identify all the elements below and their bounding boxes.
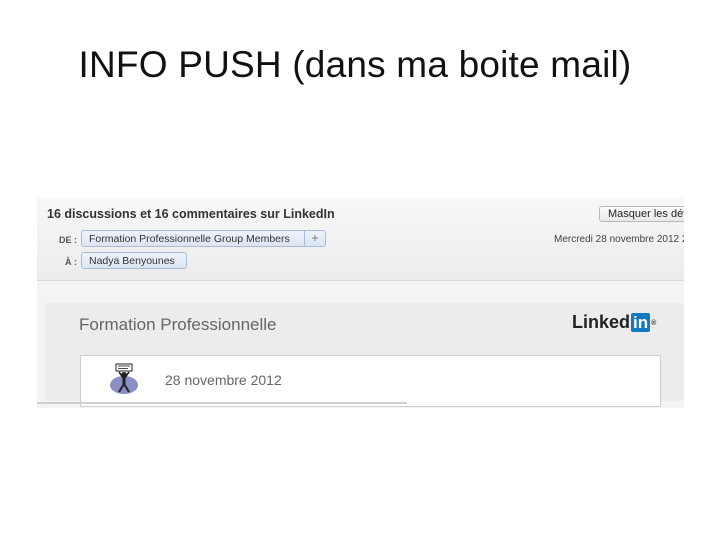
from-label: DE : [59,235,77,245]
slide-title: INFO PUSH (dans ma boite mail) [78,44,632,85]
email-date: Mercredi 28 novembre 2012 2 [554,234,684,245]
group-title: Formation Professionnelle [79,315,277,334]
logo-in-badge: in [631,313,651,332]
divider [37,402,407,404]
linkedin-logo[interactable]: Linked in ® [572,312,656,333]
discussion-date: 28 novembre 2012 [165,372,282,388]
logo-text: Linked [572,312,631,332]
plus-icon[interactable]: + [304,231,325,246]
sender-name: Formation Professionnelle Group Members [89,233,290,245]
email-screenshot: 16 discussions et 16 commentaires sur Li… [37,198,684,408]
email-subject: 16 discussions et 16 commentaires sur Li… [47,207,335,221]
sender-chip[interactable]: Formation Professionnelle Group Members … [81,230,326,247]
email-header: 16 discussions et 16 commentaires sur Li… [37,198,684,281]
logo-registered-mark: ® [651,319,657,327]
hide-details-button[interactable]: Masquer les dét [599,206,684,222]
to-label: À : [65,257,77,267]
email-body: Formation Professionnelle Linked in ® 28 n… [45,303,684,407]
recipient-chip[interactable]: Nadya Benyounes [81,252,187,269]
discussion-card[interactable]: 28 novembre 2012 [80,355,661,407]
group-avatar-icon [110,363,138,394]
